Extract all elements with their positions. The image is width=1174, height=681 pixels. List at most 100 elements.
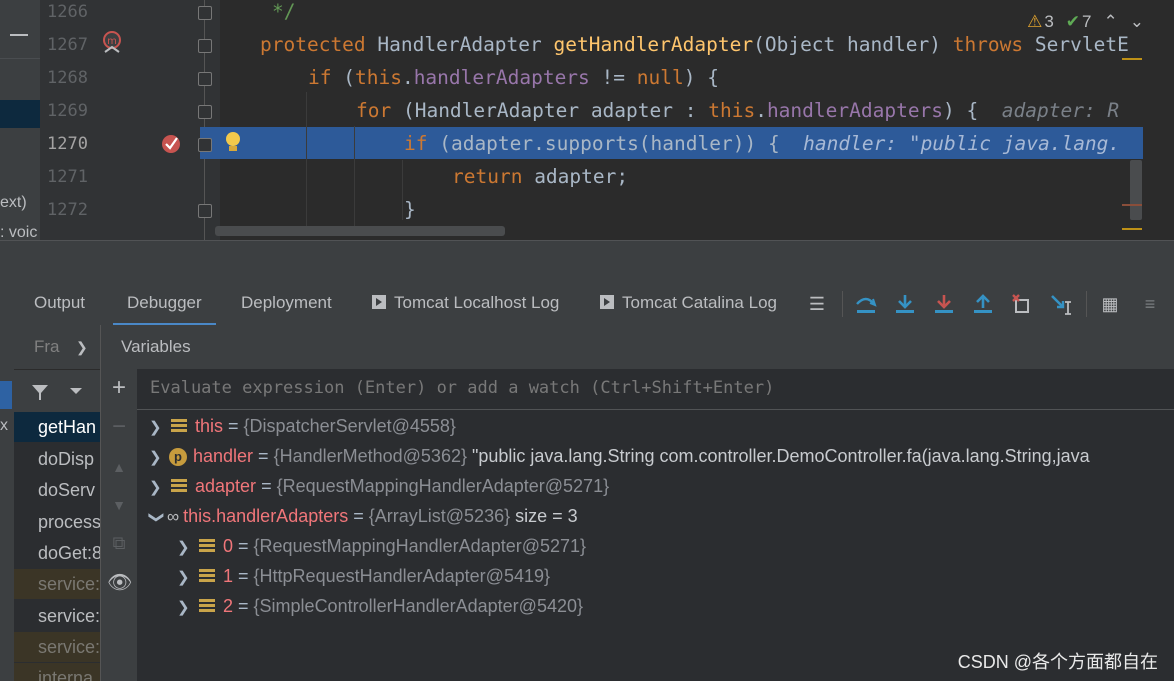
stack-frame[interactable]: doServ (14, 475, 100, 505)
panel-splitter[interactable] (0, 240, 1174, 283)
warning-count: 3 (1044, 12, 1054, 31)
log-icon (600, 295, 614, 309)
variable-row[interactable]: ❯ 0 = {RequestMappingHandlerAdapter@5271} (177, 531, 586, 561)
variable-row[interactable]: ❯ 2 = {SimpleControllerHandlerAdapter@542… (177, 591, 583, 621)
inspection-widget[interactable]: ⚠ 3 ✔ 7 ⌃ ⌄ (1021, 12, 1144, 32)
fold-marker-icon[interactable] (198, 138, 212, 152)
line-number: 1267 (47, 35, 88, 55)
variable-row[interactable]: ❯ p handler = {HandlerMethod@5362} "public… (149, 441, 1090, 471)
trace-stream-icon[interactable]: ≡ (1138, 292, 1162, 316)
force-step-into-icon[interactable] (932, 292, 956, 316)
field-icon (199, 569, 215, 583)
method-breakpoint-icon[interactable]: m (101, 30, 123, 56)
expand-arrow-icon[interactable]: ❯ (149, 443, 163, 473)
chevron-down-icon[interactable]: ❯ (76, 339, 88, 356)
add-watch-icon[interactable]: + (107, 376, 131, 400)
variable-row[interactable]: ❯ 1 = {HttpRequestHandlerAdapter@5419} (177, 561, 550, 591)
svg-text:m: m (107, 36, 117, 47)
collapse-arrow-icon[interactable]: ❯ (141, 511, 171, 525)
tab-output[interactable]: Output (34, 283, 85, 325)
inline-value-hint: handler: "public java.lang. (803, 132, 1121, 155)
debug-tool-window-tabs: Output Debugger Deployment Tomcat Localh… (0, 283, 1174, 326)
session-fragment: x (0, 417, 8, 434)
move-up-icon[interactable]: ▲ (107, 455, 131, 479)
code-line: for (HandlerAdapter adapter : this.handl… (356, 99, 1120, 122)
code-line-current: if (adapter.supports(handler)) { handler… (404, 132, 1121, 155)
stack-frame[interactable]: doGet:8 (14, 538, 100, 568)
ok-count: 7 (1082, 12, 1092, 31)
move-down-icon[interactable]: ▼ (107, 493, 131, 517)
fold-marker-icon[interactable] (198, 6, 212, 20)
chevron-up-icon[interactable]: ⌃ (1104, 12, 1118, 32)
editor-right-edge (1143, 0, 1174, 240)
fold-marker-icon[interactable] (198, 39, 212, 53)
evaluate-expression-field[interactable]: Evaluate expression (Enter) or add a wat… (137, 369, 1174, 410)
variable-row[interactable]: ❯ adapter = {RequestMappingHandlerAdapter… (149, 471, 609, 501)
tab-label: Tomcat Localhost Log (394, 293, 560, 312)
fold-marker-icon[interactable] (198, 72, 212, 86)
horizontal-scrollbar[interactable] (215, 226, 505, 236)
frames-header[interactable]: Fra ❯ (14, 325, 100, 369)
line-number: 1268 (47, 68, 88, 88)
tab-deployment[interactable]: Deployment (241, 283, 332, 325)
active-session-marker[interactable] (0, 381, 12, 409)
stack-frame[interactable]: service: (14, 601, 100, 631)
collapse-icon[interactable] (10, 34, 28, 36)
stack-frame-library[interactable]: service: (14, 569, 100, 599)
stack-frame[interactable]: doDisp (14, 444, 100, 474)
tab-tomcat-catalina-log[interactable]: Tomcat Catalina Log (600, 283, 777, 325)
vertical-scrollbar[interactable] (1130, 160, 1142, 220)
dropdown-arrow-icon[interactable] (69, 386, 83, 396)
expand-arrow-icon[interactable]: ❯ (177, 563, 191, 593)
code-line: protected HandlerAdapter getHandlerAdapt… (260, 33, 1129, 56)
duplicate-watch-icon[interactable]: ⧉ (107, 531, 131, 555)
chevron-down-icon[interactable]: ⌄ (1130, 12, 1144, 32)
parameter-icon: p (169, 448, 187, 466)
selected-tree-item[interactable] (0, 100, 40, 128)
fold-marker-icon[interactable] (198, 105, 212, 119)
line-number: 1266 (47, 2, 88, 22)
run-to-cursor-icon[interactable] (1049, 292, 1073, 316)
expand-arrow-icon[interactable]: ❯ (177, 533, 191, 563)
scroll-marker (1122, 58, 1142, 60)
toolbar-divider (842, 291, 843, 317)
tab-tomcat-localhost-log[interactable]: Tomcat Localhost Log (372, 283, 559, 325)
line-number: 1269 (47, 101, 88, 121)
variable-row[interactable]: ❯ this = {DispatcherServlet@4558} (149, 411, 456, 441)
fold-marker-icon[interactable] (198, 204, 212, 218)
filter-icon[interactable] (30, 382, 50, 402)
field-icon (199, 599, 215, 613)
step-over-icon[interactable] (854, 292, 878, 316)
stack-frame-library[interactable]: interna (14, 663, 100, 681)
code-line: return adapter; (452, 165, 629, 188)
bulb-icon[interactable] (223, 130, 243, 154)
eval-placeholder: Evaluate expression (Enter) or add a wat… (150, 378, 775, 398)
remove-watch-icon[interactable]: − (107, 415, 131, 439)
frames-toolbar (14, 369, 100, 414)
indent-guide (354, 126, 355, 226)
step-out-icon[interactable] (971, 292, 995, 316)
toolbar-divider (1086, 291, 1087, 317)
stack-frame[interactable]: getHan (14, 412, 100, 442)
drop-frame-icon[interactable] (1010, 292, 1034, 316)
debug-sessions-edge: x (0, 325, 14, 681)
stack-frame[interactable]: process (14, 507, 100, 537)
warning-icon: ⚠ (1027, 12, 1043, 31)
tab-debugger[interactable]: Debugger (113, 283, 216, 326)
frames-panel: Fra ❯ getHan doDisp doServ process doGet… (14, 325, 101, 681)
divider (0, 58, 40, 59)
expand-arrow-icon[interactable]: ❯ (177, 593, 191, 623)
step-into-icon[interactable] (893, 292, 917, 316)
variable-row-expanded[interactable]: ❯ ∞ this.handlerAdapters = {ArrayList@5236… (148, 501, 578, 531)
breakpoint-icon[interactable] (160, 132, 184, 156)
evaluate-expression-icon[interactable]: ▦ (1098, 292, 1122, 316)
stack-frame-library[interactable]: service: (14, 632, 100, 662)
expand-arrow-icon[interactable]: ❯ (149, 473, 163, 503)
field-icon (171, 419, 187, 433)
menu-icon[interactable]: ☰ (805, 292, 829, 316)
expand-arrow-icon[interactable]: ❯ (149, 413, 163, 443)
code-editor[interactable]: ext) : voic 1266 1267 1268 1269 1270 127… (0, 0, 1174, 240)
log-icon (372, 295, 386, 309)
show-watches-icon[interactable]: 👁 (107, 571, 132, 595)
line-number: 1270 (47, 134, 88, 154)
